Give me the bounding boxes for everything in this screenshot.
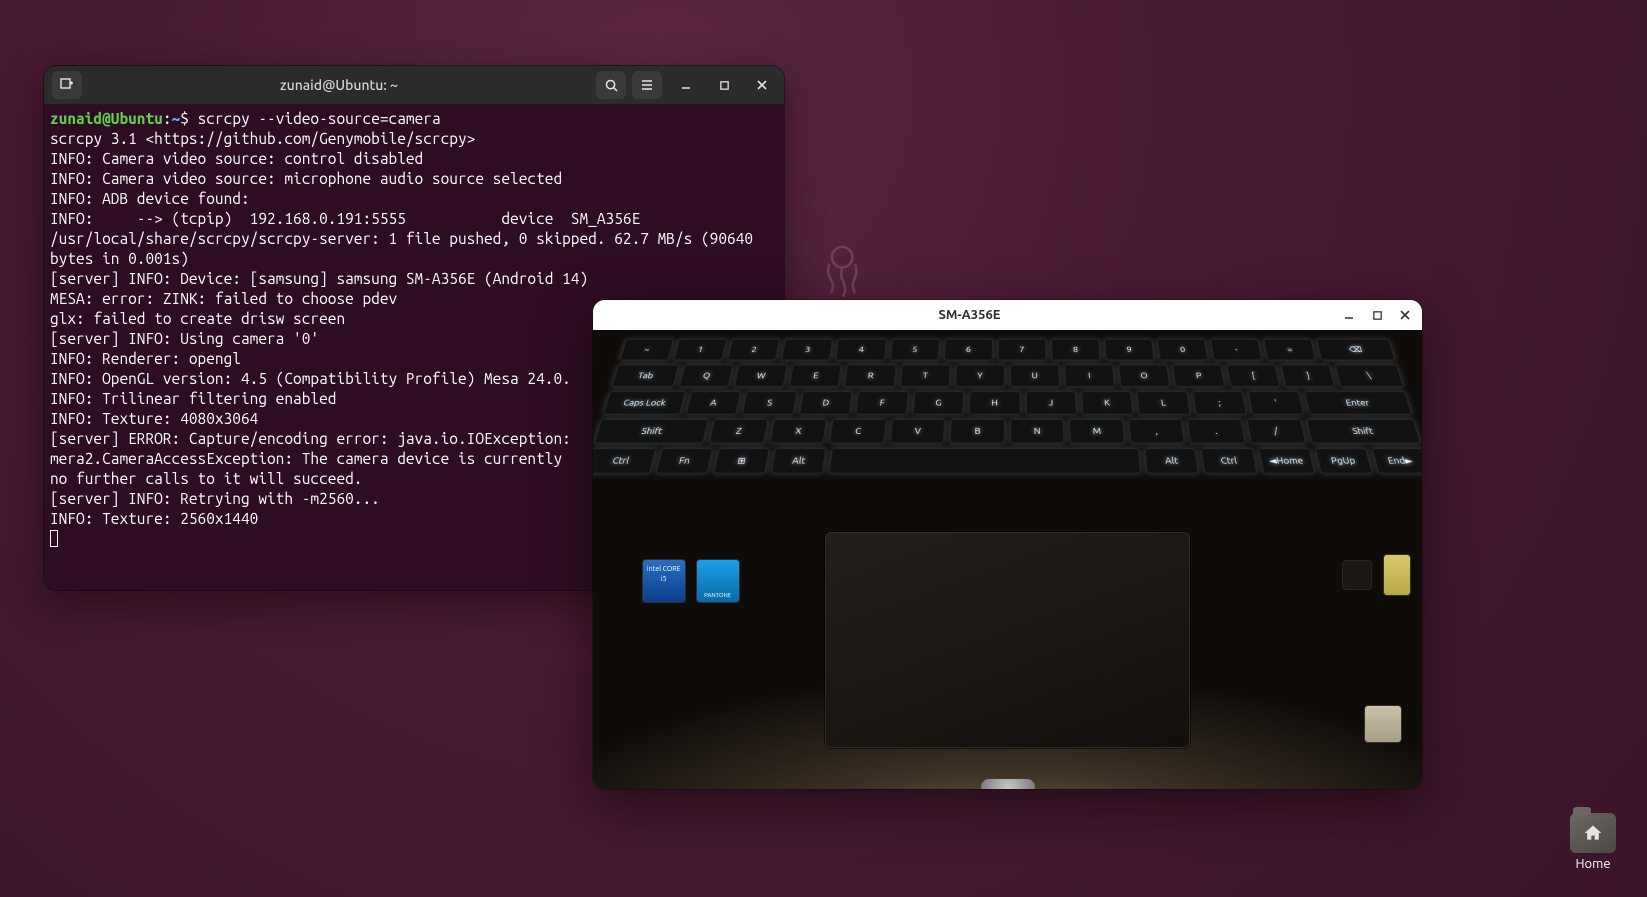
prompt-dollar: $: [180, 110, 189, 127]
right-sticker-1: [1384, 555, 1410, 595]
terminal-title: zunaid@Ubuntu: ~: [88, 77, 590, 93]
wallpaper-logo: [810, 240, 900, 300]
home-label: Home: [1561, 857, 1625, 871]
pantone-sticker: [697, 560, 739, 602]
camera-close-button[interactable]: [1392, 304, 1418, 326]
camera-window[interactable]: SM-A356E ~1234567890-=⌫ TabQWERTYUIOP[]\…: [593, 300, 1422, 789]
laptop-keyboard: ~1234567890-=⌫ TabQWERTYUIOP[]\ Caps Loc…: [593, 339, 1422, 480]
laptop-hinge-foot: [981, 779, 1035, 789]
camera-minimize-button[interactable]: [1336, 304, 1362, 326]
camera-titlebar[interactable]: SM-A356E: [593, 300, 1422, 330]
folder-icon: [1570, 813, 1616, 853]
camera-maximize-button[interactable]: [1364, 304, 1390, 326]
terminal-close-button[interactable]: [748, 71, 776, 99]
laptop-touchpad: [825, 532, 1190, 748]
terminal-minimize-button[interactable]: [672, 71, 700, 99]
terminal-maximize-button[interactable]: [710, 71, 738, 99]
terminal-search-button[interactable]: [596, 71, 626, 99]
prompt-path: ~: [172, 110, 181, 127]
new-tab-button[interactable]: [52, 71, 82, 99]
camera-video-feed: ~1234567890-=⌫ TabQWERTYUIOP[]\ Caps Loc…: [593, 330, 1422, 789]
fingerprint-sensor: [1342, 560, 1372, 590]
cursor-icon: [50, 530, 58, 547]
camera-laptop-image: ~1234567890-=⌫ TabQWERTYUIOP[]\ Caps Loc…: [593, 330, 1422, 789]
camera-window-title: SM-A356E: [605, 308, 1334, 322]
right-sticker-2: [1365, 706, 1401, 742]
prompt-user: zunaid@Ubuntu: [50, 110, 163, 127]
intel-sticker: [643, 560, 685, 602]
terminal-command: scrcpy --video-source=camera: [198, 110, 441, 127]
prompt-sep: :: [163, 110, 172, 127]
home-folder-icon[interactable]: Home: [1561, 813, 1625, 871]
terminal-menu-button[interactable]: [632, 71, 662, 99]
terminal-titlebar[interactable]: zunaid@Ubuntu: ~: [44, 66, 784, 105]
